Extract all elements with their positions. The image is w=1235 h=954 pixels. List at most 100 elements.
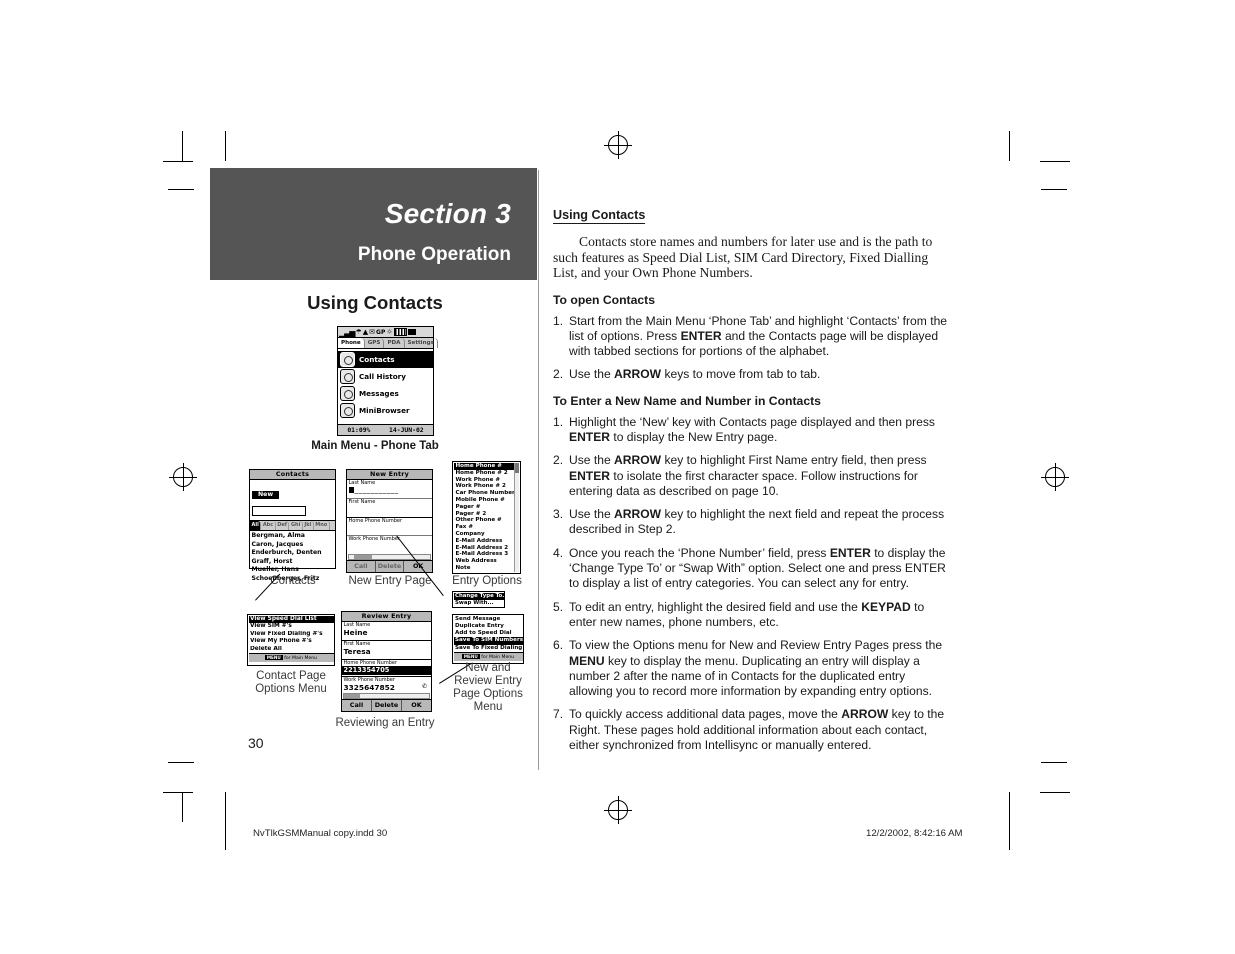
entry-menu-item[interactable]: Save To Fixed Dialing	[454, 645, 523, 652]
entry-menu-item[interactable]: Save To SIM Numbers	[453, 637, 523, 645]
entry-option-item[interactable]: Mobile Phone #	[454, 497, 519, 504]
field-input-caret[interactable]: ___________	[349, 486, 432, 494]
menu-item-messages[interactable]: Messages	[338, 385, 433, 402]
field-label: Work Phone Number	[348, 536, 400, 542]
menu-key-badge: MENU	[264, 655, 283, 661]
contacts-search-field[interactable]	[252, 505, 306, 516]
new-entry-title: New Entry	[347, 470, 432, 480]
crop-mark-tl-h	[163, 161, 193, 162]
contacts-list-item[interactable]: Caron, Jacques	[250, 541, 335, 550]
entry-option-item[interactable]: Other Phone #	[454, 517, 519, 524]
main-menu-tab-row[interactable]: Phone GPS PDA Settings	[338, 338, 438, 349]
menu-item-contacts[interactable]: Contacts	[338, 351, 433, 368]
entry-option-item[interactable]: Web Address	[454, 558, 519, 565]
tab-gps[interactable]: GPS	[365, 338, 385, 348]
list-number: 7.	[553, 707, 564, 722]
minibrowser-icon	[340, 403, 355, 418]
entry-option-item[interactable]: Pager # 2	[454, 511, 519, 518]
menu-item-call-history-label: Call History	[359, 372, 406, 381]
new-entry-field-home-phone[interactable]: Home Phone Number	[347, 517, 432, 535]
swap-with-item[interactable]: Swap With...	[454, 600, 504, 608]
footer-divider-right	[1009, 800, 1010, 850]
section-banner: Section 3 Phone Operation	[210, 168, 537, 280]
status-date: 14-JUN-02	[389, 426, 424, 434]
menu-item-minibrowser[interactable]: MiniBrowser	[338, 402, 433, 419]
entry-option-item[interactable]: Pager #	[454, 504, 519, 511]
options-menu-item[interactable]: Delete All	[249, 646, 334, 654]
alpha-tab-def[interactable]: Def	[276, 521, 290, 530]
contacts-list-item[interactable]: Mueller, Hans	[250, 566, 335, 575]
entry-menu-footer: MENU for Main Menu	[453, 651, 523, 661]
alpha-tab-abc[interactable]: Abc	[261, 521, 276, 530]
battery-icon	[393, 328, 407, 336]
review-field-first-name[interactable]: First Name Teresa	[342, 640, 431, 659]
contacts-list-item[interactable]: Graff, Horst	[250, 558, 335, 567]
menu-item-contacts-label: Contacts	[359, 355, 395, 364]
contacts-list-item[interactable]: Bergman, Alma	[250, 532, 335, 541]
left-column-heading: Using Contacts	[307, 292, 443, 313]
field-value: 3325647852	[343, 683, 395, 693]
review-field-last-name[interactable]: Last Name Heine	[342, 622, 431, 640]
alpha-tab-all[interactable]: All	[250, 521, 262, 530]
entry-option-item[interactable]: E-Mail Address 2	[454, 545, 519, 552]
options-menu-item[interactable]: View My Phone #'s	[249, 638, 334, 646]
entry-option-item[interactable]: E-Mail Address 3	[454, 551, 519, 558]
list-number: 4.	[553, 545, 564, 560]
list-item: 4. Once you reach the ‘Phone Number’ fie…	[553, 546, 948, 592]
list-number: 3.	[553, 507, 564, 522]
options-menu-item[interactable]: View SIM #'s	[249, 623, 334, 631]
entry-option-item[interactable]: E-Mail Address	[454, 538, 519, 545]
list-number: 6.	[553, 638, 564, 653]
list-text: Use the ARROW key to highlight First Nam…	[569, 453, 927, 498]
footer-timestamp: 12/2/2002, 8:42:16 AM	[866, 828, 963, 839]
entry-option-item[interactable]: Work Phone # 2	[454, 483, 519, 490]
entry-menu-footer-text: for Main Menu	[481, 654, 515, 660]
review-entry-title: Review Entry	[342, 612, 431, 622]
contacts-list-item[interactable]: Enderburch, Denten	[250, 549, 335, 558]
entry-option-item[interactable]: Home Phone #	[454, 463, 519, 470]
delete-button[interactable]: Delete	[372, 700, 402, 711]
review-field-work-phone[interactable]: Work Phone Number 3325647852 ✆	[342, 676, 431, 694]
entry-options-scrollbar[interactable]	[514, 463, 519, 572]
device-change-type-popup: Change Type To... Swap With...	[452, 591, 505, 608]
ok-button[interactable]: OK	[402, 700, 431, 711]
new-entry-field-last-name[interactable]: Last Name ___________	[347, 480, 432, 498]
tab-settings[interactable]: Settings	[405, 338, 438, 348]
options-menu-item[interactable]: View Speed Dial List	[248, 615, 334, 624]
tab-phone[interactable]: Phone	[338, 338, 365, 348]
entry-option-item[interactable]: Home Phone # 2	[454, 470, 519, 477]
caption-new-review-entry-page-options-menu: New and Review Entry Page Options Menu	[453, 662, 523, 713]
new-entry-field-work-phone[interactable]: Work Phone Number	[347, 535, 432, 551]
list-item: 7. To quickly access additional data pag…	[553, 707, 948, 753]
entry-option-item[interactable]: Company	[454, 531, 519, 538]
alpha-tab-jkl[interactable]: Jkl	[303, 521, 314, 530]
section-subtitle: Phone Operation	[357, 244, 511, 265]
menu-item-call-history[interactable]: Call History	[338, 368, 433, 385]
status-bar: ▁▃▅ ☂ ▲ ✉ GP ☼	[338, 327, 433, 338]
entry-option-item[interactable]: Note	[454, 565, 519, 572]
registration-mark-bottom	[604, 796, 632, 824]
delete-button[interactable]: Delete	[376, 561, 405, 572]
options-menu-item[interactable]: View Fixed Dialing #'s	[249, 631, 334, 639]
entry-menu-item[interactable]: Duplicate Entry	[454, 623, 523, 630]
alpha-tab-ghi[interactable]: Ghi	[289, 521, 303, 530]
change-type-item[interactable]: Change Type To...	[453, 592, 504, 600]
tab-pda[interactable]: PDA	[384, 338, 405, 348]
entry-option-item[interactable]: Work Phone #	[454, 477, 519, 484]
field-value: Heine	[343, 628, 368, 638]
contacts-alpha-tabs[interactable]: All Abc Def Ghi Jkl Mno	[250, 521, 335, 531]
crop-mark-tr-v	[1009, 131, 1010, 161]
entry-option-item[interactable]: Car Phone Number	[454, 490, 519, 497]
entry-menu-item[interactable]: Send Message	[454, 616, 523, 623]
device-main-menu-screen: ▁▃▅ ☂ ▲ ✉ GP ☼ Phone GPS PDA Settings Co…	[337, 326, 438, 436]
review-field-home-phone[interactable]: Home Phone Number 2213354705	[342, 659, 431, 676]
new-button[interactable]: New	[252, 490, 280, 499]
call-button[interactable]: Call	[347, 561, 376, 572]
alpha-tab-mno[interactable]: Mno	[314, 521, 330, 530]
entry-option-item[interactable]: Fax #	[454, 524, 519, 531]
call-button[interactable]: Call	[342, 700, 372, 711]
entry-menu-item[interactable]: Add to Speed Dial	[454, 630, 523, 637]
right-column-heading: Using Contacts	[553, 208, 646, 224]
contacts-icon	[340, 352, 355, 367]
new-entry-field-first-name[interactable]: First Name	[347, 498, 432, 517]
